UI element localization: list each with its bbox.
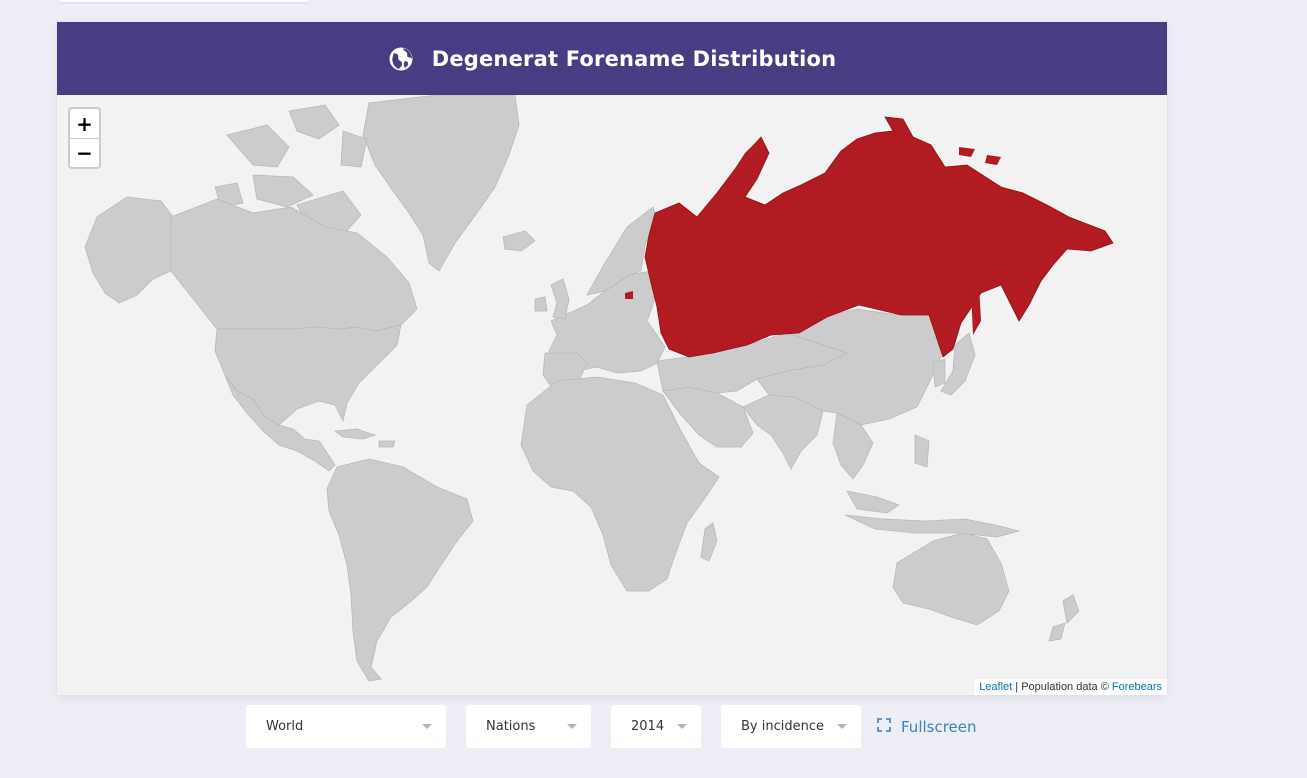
zoom-in-button[interactable]: + — [70, 109, 99, 138]
region-select[interactable]: World — [246, 705, 446, 748]
globe-icon — [388, 46, 414, 72]
country-korea — [932, 358, 946, 388]
map-attribution: Leaflet | Population data © Forebears — [974, 679, 1167, 695]
level-select[interactable]: Nations — [466, 705, 591, 748]
expand-icon — [877, 717, 891, 736]
chevron-down-icon — [677, 724, 687, 729]
map-card: Degenerat Forename Distribution + − Leaf… — [57, 22, 1167, 695]
level-select-value: Nations — [486, 719, 536, 734]
region-select-value: World — [266, 719, 304, 734]
zoom-control: + − — [68, 107, 101, 169]
forebears-link[interactable]: Forebears — [1112, 681, 1162, 693]
sort-select-value: By incidence — [741, 719, 824, 734]
year-select[interactable]: 2014 — [611, 705, 701, 748]
attribution-text: | Population data © — [1012, 681, 1112, 693]
page-title: Degenerat Forename Distribution — [431, 46, 837, 71]
top-search-stub — [58, 0, 310, 2]
zoom-out-button[interactable]: − — [70, 138, 99, 167]
fullscreen-button[interactable]: Fullscreen — [877, 705, 977, 748]
map-canvas[interactable] — [57, 95, 1167, 695]
year-select-value: 2014 — [631, 719, 665, 734]
sort-select[interactable]: By incidence — [721, 705, 861, 748]
chevron-down-icon — [567, 724, 577, 729]
world-map[interactable]: + − Leaflet | Population data © Forebear… — [57, 95, 1167, 695]
map-controls: World Nations 2014 By incidence Fullscre… — [0, 705, 1307, 749]
chevron-down-icon — [837, 724, 847, 729]
fullscreen-label: Fullscreen — [901, 717, 977, 736]
leaflet-link[interactable]: Leaflet — [979, 681, 1012, 693]
chevron-down-icon — [422, 724, 432, 729]
map-header: Degenerat Forename Distribution — [57, 22, 1167, 95]
